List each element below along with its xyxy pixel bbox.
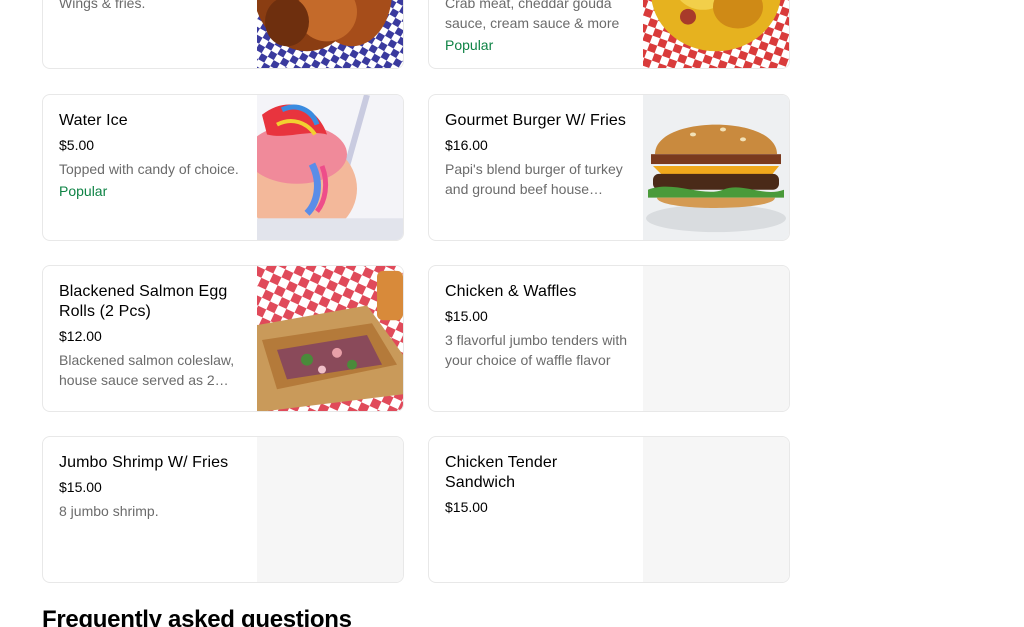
menu-item-description: Blackened salmon coleslaw, house sauce s… bbox=[59, 352, 235, 388]
menu-item-price: $12.00 bbox=[59, 328, 102, 344]
menu-item-info: Blackened Salmon Egg Rolls (2 Pcs) $12.0… bbox=[59, 282, 243, 390]
menu-item-description: Topped with candy of choice. bbox=[59, 161, 239, 177]
menu-item-card-jumbo-shrimp[interactable]: Jumbo Shrimp W/ Fries $15.00 8 jumbo shr… bbox=[42, 436, 404, 583]
faq-heading: Frequently asked questions bbox=[42, 606, 352, 627]
menu-item-info: Chicken Tender Sandwich $15.00 bbox=[445, 453, 629, 517]
menu-item-name: Blackened Salmon Egg Rolls (2 Pcs) bbox=[59, 283, 228, 320]
menu-item-name: Chicken & Waffles bbox=[445, 283, 577, 300]
menu-item-info: Crab meat, cheddar gouda sauce, cream sa… bbox=[445, 0, 629, 55]
popular-badge: Popular bbox=[445, 37, 494, 53]
popular-badge: Popular bbox=[59, 183, 108, 199]
menu-item-name: Jumbo Shrimp W/ Fries bbox=[59, 454, 229, 471]
image-placeholder bbox=[643, 266, 789, 411]
menu-item-card-crab[interactable]: Crab meat, cheddar gouda sauce, cream sa… bbox=[428, 0, 790, 69]
menu-item-description: 3 flavorful jumbo tenders with your choi… bbox=[445, 332, 628, 368]
menu-item-card-chicken-waffles[interactable]: Chicken & Waffles $15.00 3 flavorful jum… bbox=[428, 265, 790, 412]
image-placeholder bbox=[643, 437, 789, 582]
menu-item-name: Chicken Tender Sandwich bbox=[445, 454, 558, 491]
menu-item-image-burger bbox=[643, 95, 789, 240]
menu-item-price: $15.00 bbox=[59, 479, 102, 495]
menu-item-price: $15.00 bbox=[445, 308, 488, 324]
menu-item-image-crab-fries bbox=[643, 0, 789, 68]
menu-item-card-water-ice[interactable]: Water Ice $5.00 Topped with candy of cho… bbox=[42, 94, 404, 241]
menu-item-image-water-ice bbox=[257, 95, 403, 240]
menu-item-description: Crab meat, cheddar gouda sauce, cream sa… bbox=[445, 0, 620, 31]
menu-item-info: Chicken & Waffles $15.00 3 flavorful jum… bbox=[445, 282, 629, 370]
menu-item-info: Water Ice $5.00 Topped with candy of cho… bbox=[59, 111, 243, 201]
menu-item-image-egg-rolls bbox=[257, 266, 403, 411]
menu-item-name: Water Ice bbox=[59, 112, 128, 129]
menu-item-info: Jumbo Shrimp W/ Fries $15.00 8 jumbo shr… bbox=[59, 453, 243, 521]
menu-item-card-gourmet-burger[interactable]: Gourmet Burger W/ Fries $16.00 Papi's bl… bbox=[428, 94, 790, 241]
menu-item-card-chicken-tender-sandwich[interactable]: Chicken Tender Sandwich $15.00 bbox=[428, 436, 790, 583]
menu-item-description: Papi's blend burger of turkey and ground… bbox=[445, 161, 623, 197]
menu-item-card-salmon-egg-rolls[interactable]: Blackened Salmon Egg Rolls (2 Pcs) $12.0… bbox=[42, 265, 404, 412]
menu-item-description: 8 jumbo shrimp. bbox=[59, 503, 159, 519]
menu-item-price: $16.00 bbox=[445, 137, 488, 153]
menu-item-description: Wings & fries. bbox=[59, 0, 146, 11]
menu-item-price: $5.00 bbox=[59, 137, 95, 153]
menu-item-name: Gourmet Burger W/ Fries bbox=[445, 112, 627, 129]
image-placeholder bbox=[257, 437, 403, 582]
menu-item-card-wings[interactable]: Wings & fries. bbox=[42, 0, 404, 69]
menu-item-price: $15.00 bbox=[445, 499, 488, 515]
menu-item-image-wings bbox=[257, 0, 403, 68]
menu-item-info: Gourmet Burger W/ Fries $16.00 Papi's bl… bbox=[445, 111, 629, 199]
menu-item-info: Wings & fries. bbox=[59, 0, 243, 13]
